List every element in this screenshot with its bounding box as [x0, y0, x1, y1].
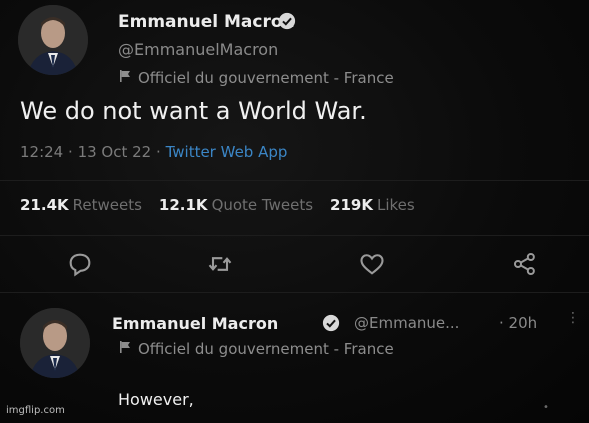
likes-count: 219K — [330, 196, 373, 214]
reply-icon[interactable] — [66, 250, 94, 278]
reply-age[interactable]: · 20h — [499, 314, 537, 332]
reply-gov-label-text: Officiel du gouvernement - France — [138, 340, 394, 358]
reply-gov-label: Officiel du gouvernement - France — [118, 340, 394, 358]
retweets-count: 21.4K — [20, 196, 69, 214]
likes-stat[interactable]: 219K Likes — [330, 196, 415, 214]
divider — [0, 180, 589, 181]
author-name[interactable]: Emmanuel Macron — [118, 12, 295, 32]
watermark: imgflip.com — [6, 405, 65, 416]
gov-label: Officiel du gouvernement - France — [118, 69, 394, 87]
like-icon[interactable] — [358, 250, 386, 278]
flag-icon — [118, 69, 132, 87]
more-options-icon[interactable]: • — [543, 402, 549, 413]
tweet-actions — [0, 250, 589, 280]
tweet-stats: 21.4K Retweets 12.1K Quote Tweets 219K Like… — [20, 196, 415, 214]
flag-icon — [118, 340, 132, 358]
reply-author-handle[interactable]: @Emmanue... — [354, 314, 459, 332]
author-handle[interactable]: @EmmanuelMacron — [118, 40, 278, 59]
quote-count: 12.1K — [158, 196, 208, 214]
verified-badge-icon — [322, 314, 340, 332]
share-icon[interactable] — [511, 250, 539, 278]
avatar-photo — [20, 308, 90, 378]
divider — [0, 235, 589, 236]
tweet-app-link[interactable]: Twitter Web App — [166, 143, 288, 161]
avatar[interactable] — [18, 5, 88, 75]
verified-badge-icon — [278, 12, 296, 30]
reply-tweet-text: However, — [118, 390, 194, 409]
tweet-text: We do not want a World War. — [20, 97, 367, 125]
reply-author-name[interactable]: Emmanuel Macron — [112, 314, 278, 333]
tweet-date[interactable]: 13 Oct 22 — [78, 143, 152, 161]
avatar-photo — [18, 5, 88, 75]
likes-label: Likes — [376, 196, 415, 214]
retweet-icon[interactable] — [206, 250, 234, 278]
tweet-screenshot: Emmanuel Macron @EmmanuelMacron Officiel… — [0, 0, 589, 423]
quote-tweets-stat[interactable]: 12.1K Quote Tweets — [159, 196, 313, 214]
divider — [0, 292, 589, 293]
tweet-meta: 12:24 · 13 Oct 22 · Twitter Web App — [20, 143, 287, 161]
more-options-icon[interactable]: ⋮ — [566, 310, 580, 326]
retweets-label: Retweets — [72, 196, 142, 214]
retweets-stat[interactable]: 21.4K Retweets — [20, 196, 142, 214]
gov-label-text: Officiel du gouvernement - France — [138, 69, 394, 87]
avatar[interactable] — [20, 308, 90, 378]
quote-label: Quote Tweets — [211, 196, 314, 214]
meta-separator: · — [68, 143, 73, 161]
tweet-time[interactable]: 12:24 — [20, 143, 63, 161]
meta-separator: · — [156, 143, 161, 161]
